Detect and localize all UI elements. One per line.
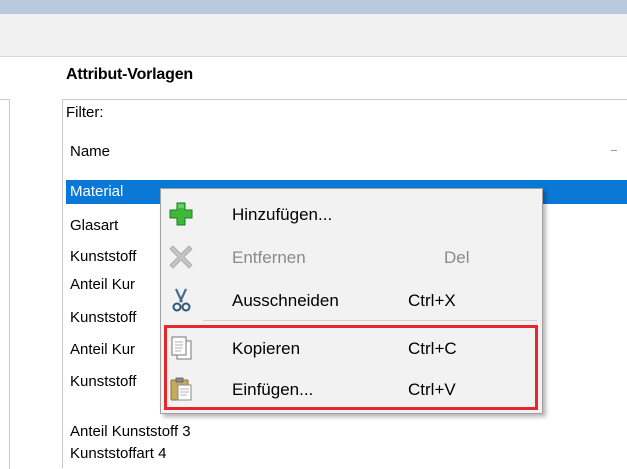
list-item[interactable]: Kunststoff: [66, 306, 136, 330]
menu-item-label: Hinzufügen...: [232, 205, 333, 224]
menu-separator: [203, 320, 537, 321]
menu-item-label: Entfernen: [232, 248, 306, 267]
delete-x-icon: [168, 244, 194, 270]
column-divider: [611, 150, 617, 151]
panel-title: Attribut-Vorlagen: [66, 66, 193, 83]
menu-item-shortcut: Ctrl+X: [408, 291, 456, 310]
window-title-bar: [0, 0, 627, 14]
menu-item-remove[interactable]: Entfernen Del: [161, 236, 540, 279]
column-header-name[interactable]: Name: [70, 143, 110, 160]
list-item[interactable]: Kunststoff: [66, 245, 136, 269]
list-item[interactable]: Anteil Kur: [66, 338, 135, 362]
left-pane: [0, 99, 10, 469]
list-item[interactable]: Kunststoff: [66, 370, 136, 394]
toolbar: [0, 14, 627, 57]
filter-box[interactable]: [62, 99, 627, 130]
scissors-icon: [168, 287, 194, 313]
list-item[interactable]: Anteil Kunststoff 3: [66, 420, 191, 444]
menu-item-label: Ausschneiden: [232, 291, 339, 310]
list-item[interactable]: Kunststoffart 4: [66, 442, 166, 466]
plus-icon: [168, 201, 194, 227]
annotation-highlight-box: [164, 325, 538, 410]
menu-item-add[interactable]: Hinzufügen...: [161, 193, 540, 236]
list-item[interactable]: Glasart: [66, 214, 118, 238]
filter-label: Filter:: [66, 104, 104, 121]
menu-item-cut[interactable]: Ausschneiden Ctrl+X: [161, 279, 540, 322]
menu-item-shortcut: Del: [444, 248, 470, 267]
list-item[interactable]: Anteil Kur: [66, 273, 135, 297]
